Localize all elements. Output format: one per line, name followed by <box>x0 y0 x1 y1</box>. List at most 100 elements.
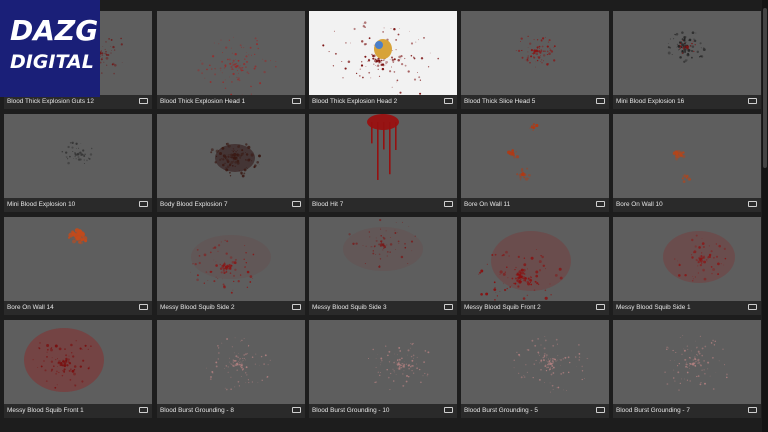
format-badge-icon <box>748 98 757 104</box>
asset-tile[interactable]: Blood Burst Grounding - 5 <box>461 320 609 418</box>
asset-title: Blood Thick Explosion Head 1 <box>160 98 246 105</box>
asset-tile[interactable]: Messy Blood Squib Side 1 <box>613 217 761 315</box>
blood-effect-preview <box>206 337 271 391</box>
asset-thumbnail[interactable] <box>157 114 305 198</box>
blood-effect-preview <box>507 123 539 181</box>
format-badge-icon <box>748 304 757 310</box>
asset-tile[interactable]: Blood Thick Slice Head 5 <box>461 11 609 109</box>
blood-effect-preview <box>210 142 261 178</box>
format-badge-icon <box>596 304 605 310</box>
asset-tile[interactable]: Bore On Wall 10 <box>613 114 761 212</box>
format-badge-icon <box>748 201 757 207</box>
format-badge-icon <box>596 98 605 104</box>
asset-tile[interactable]: Body Blood Explosion 7 <box>157 114 305 212</box>
blood-effect-preview <box>667 31 706 63</box>
format-badge-icon <box>596 407 605 413</box>
asset-tile[interactable]: Blood Burst Grounding - 8 <box>157 320 305 418</box>
asset-tile[interactable]: Messy Blood Squib Front 2 <box>461 217 609 315</box>
asset-thumbnail[interactable] <box>309 11 457 95</box>
asset-tile[interactable]: Blood Burst Grounding - 10 <box>309 320 457 418</box>
asset-tile[interactable]: Mini Blood Explosion 16 <box>613 11 761 109</box>
blood-effect-preview <box>343 218 423 271</box>
asset-title: Mini Blood Explosion 10 <box>7 201 76 208</box>
asset-title: Bore On Wall 10 <box>616 201 663 208</box>
format-badge-icon <box>596 201 605 207</box>
asset-tile[interactable]: Blood Thick Explosion Head 2 <box>309 11 457 109</box>
asset-title: Body Blood Explosion 7 <box>160 201 228 208</box>
asset-title: Mini Blood Explosion 16 <box>616 98 685 105</box>
format-badge-icon <box>444 98 453 104</box>
asset-title: Blood Hit 7 <box>312 201 344 208</box>
format-badge-icon <box>139 98 148 104</box>
logo-line-1: DAZG <box>10 14 99 47</box>
blood-effect-preview <box>664 334 728 391</box>
asset-thumbnail[interactable] <box>4 114 152 198</box>
asset-thumbnail[interactable] <box>461 114 609 198</box>
asset-thumbnail[interactable] <box>613 11 761 95</box>
asset-title: Messy Blood Squib Front 2 <box>464 304 541 311</box>
format-badge-icon <box>139 304 148 310</box>
format-badge-icon <box>292 407 301 413</box>
asset-tile[interactable]: Messy Blood Squib Front 1 <box>4 320 152 418</box>
asset-thumbnail[interactable] <box>613 217 761 301</box>
format-badge-icon <box>292 201 301 207</box>
asset-title: Blood Thick Slice Head 5 <box>464 98 536 105</box>
asset-thumbnail[interactable] <box>4 217 152 301</box>
asset-thumbnail[interactable] <box>461 11 609 95</box>
asset-title: Messy Blood Squib Side 3 <box>312 304 387 311</box>
asset-thumbnail[interactable] <box>157 217 305 301</box>
asset-tile[interactable]: Bore On Wall 11 <box>461 114 609 212</box>
asset-title: Blood Burst Grounding - 5 <box>464 407 538 414</box>
format-badge-icon <box>444 201 453 207</box>
asset-grid: Blood Thick Explosion Guts 12 Blood Thick… <box>0 0 768 432</box>
blood-effect-preview <box>663 231 735 283</box>
asset-tile[interactable]: Blood Burst Grounding - 7 <box>613 320 761 418</box>
asset-thumbnail[interactable] <box>309 320 457 404</box>
blood-effect-preview <box>190 235 271 294</box>
format-badge-icon <box>292 98 301 104</box>
asset-title: Blood Thick Explosion Guts 12 <box>7 98 94 105</box>
blood-effect-preview <box>367 342 430 391</box>
asset-title: Blood Thick Explosion Head 2 <box>312 98 398 105</box>
blood-effect-preview <box>322 21 440 95</box>
asset-tile[interactable]: Blood Thick Explosion Head 1 <box>157 11 305 109</box>
blood-effect-preview <box>67 228 88 245</box>
asset-title: Bore On Wall 11 <box>464 201 511 208</box>
asset-tile[interactable]: Blood Hit 7 <box>309 114 457 212</box>
asset-thumbnail[interactable] <box>461 217 609 301</box>
asset-title: Messy Blood Squib Front 1 <box>7 407 84 414</box>
format-badge-icon <box>444 407 453 413</box>
blood-effect-preview <box>367 114 399 180</box>
asset-title: Bore On Wall 14 <box>7 304 54 311</box>
dazg-digital-logo: DAZG DIGITAL <box>0 0 100 97</box>
blood-effect-preview <box>672 149 692 183</box>
scrollbar-thumb[interactable] <box>763 8 767 168</box>
asset-tile[interactable]: Bore On Wall 14 <box>4 217 152 315</box>
asset-title: Blood Burst Grounding - 10 <box>312 407 390 414</box>
asset-thumbnail[interactable] <box>157 320 305 404</box>
asset-thumbnail[interactable] <box>309 217 457 301</box>
blood-effect-preview <box>478 231 571 301</box>
asset-thumbnail[interactable] <box>4 320 152 404</box>
asset-title: Blood Burst Grounding - 7 <box>616 407 690 414</box>
format-badge-icon <box>748 407 757 413</box>
asset-tile[interactable]: Messy Blood Squib Side 2 <box>157 217 305 315</box>
asset-thumbnail[interactable] <box>613 320 761 404</box>
asset-title: Blood Burst Grounding - 8 <box>160 407 234 414</box>
blood-effect-preview <box>515 35 556 68</box>
scrollbar[interactable] <box>762 0 768 432</box>
logo-line-2: DIGITAL <box>10 51 94 73</box>
asset-tile[interactable]: Messy Blood Squib Side 3 <box>309 217 457 315</box>
blood-effect-preview <box>197 36 277 95</box>
asset-thumbnail[interactable] <box>613 114 761 198</box>
format-badge-icon <box>139 201 148 207</box>
format-badge-icon <box>139 407 148 413</box>
blood-effect-preview <box>24 328 104 392</box>
asset-thumbnail[interactable] <box>309 114 457 198</box>
format-badge-icon <box>292 304 301 310</box>
asset-thumbnail[interactable] <box>157 11 305 95</box>
blood-effect-preview <box>61 141 93 165</box>
format-badge-icon <box>444 304 453 310</box>
asset-thumbnail[interactable] <box>461 320 609 404</box>
asset-tile[interactable]: Mini Blood Explosion 10 <box>4 114 152 212</box>
